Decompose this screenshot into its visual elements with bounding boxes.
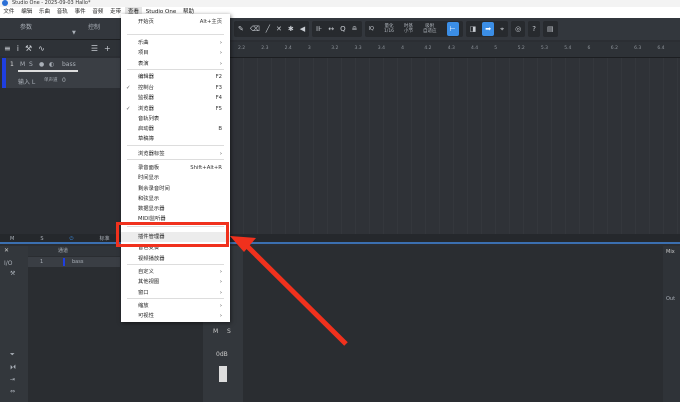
arrow-shaft: [244, 243, 348, 346]
annotation-arrow: [230, 236, 348, 346]
